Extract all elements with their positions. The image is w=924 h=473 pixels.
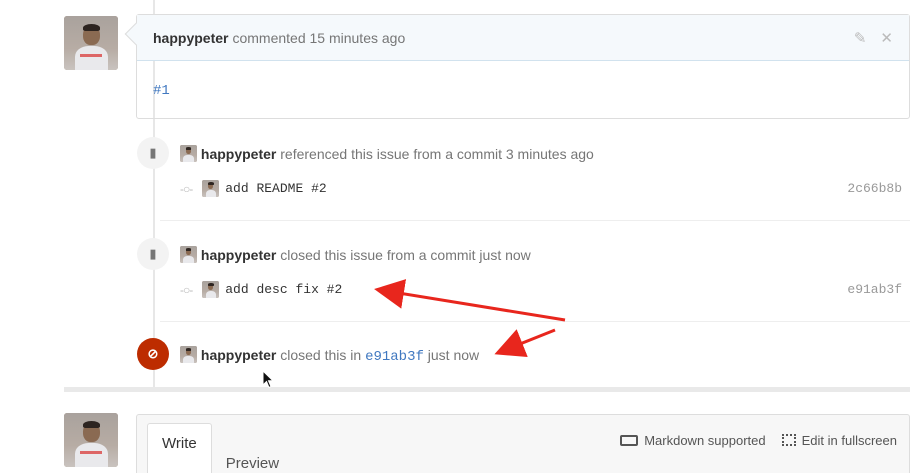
annotation-arrow — [494, 328, 556, 358]
annotation-arrows — [374, 279, 566, 358]
mouse-cursor-icon — [262, 370, 275, 389]
annotation-arrow — [374, 279, 566, 322]
